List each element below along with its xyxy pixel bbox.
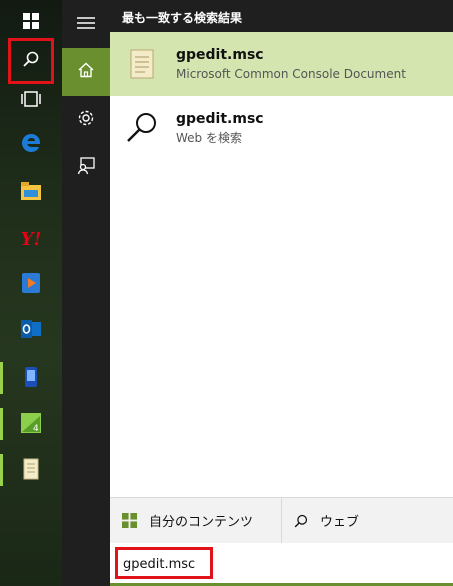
hamburger-menu-button[interactable]: [62, 0, 110, 48]
home-icon: [78, 62, 94, 82]
app-icon: [24, 366, 38, 392]
edge-button[interactable]: [0, 122, 62, 168]
my-content-label: 自分のコンテンツ: [149, 515, 254, 530]
outlook-icon: [20, 318, 42, 344]
yahoo-button[interactable]: Y!: [0, 216, 62, 262]
outlook-button[interactable]: [0, 308, 62, 354]
taskbar: Y! 4: [0, 0, 62, 586]
file-explorer-button[interactable]: [0, 170, 62, 216]
result-subtitle: Web を検索: [176, 131, 242, 145]
search-results-panel: 最も一致する検索結果 gpedit.msc Microsoft Common C…: [110, 0, 453, 586]
windows-logo-icon: [23, 13, 39, 33]
search-icon: [294, 514, 308, 528]
home-button[interactable]: [62, 48, 110, 96]
task-view-button[interactable]: [0, 78, 62, 124]
task-view-icon: [20, 91, 42, 111]
result-subtitle: Microsoft Common Console Document: [176, 67, 406, 81]
svg-text:4: 4: [33, 424, 39, 434]
search-box[interactable]: gpedit.msc: [110, 543, 453, 586]
edge-icon: [20, 132, 42, 158]
app-icon: 4: [20, 412, 42, 438]
result-title: gpedit.msc: [176, 111, 264, 127]
result-item-document[interactable]: gpedit.msc Microsoft Common Console Docu…: [110, 32, 453, 96]
windows-logo-icon: [122, 513, 137, 528]
web-label: ウェブ: [320, 515, 360, 530]
folder-icon: [20, 181, 42, 205]
feedback-button[interactable]: [62, 144, 110, 192]
search-filter-bar: 自分のコンテンツ ウェブ: [110, 497, 453, 543]
result-item-web-search[interactable]: gpedit.msc Web を検索: [110, 96, 453, 160]
settings-button[interactable]: [62, 96, 110, 144]
notepad-icon: [22, 458, 40, 484]
feedback-icon: [77, 157, 95, 179]
my-content-filter-button[interactable]: 自分のコンテンツ: [110, 498, 281, 543]
notepad-button[interactable]: [0, 448, 62, 494]
media-player-button[interactable]: [0, 262, 62, 308]
document-icon: [122, 44, 162, 84]
results-header: 最も一致する検索結果: [110, 0, 453, 32]
media-player-icon: [21, 272, 41, 298]
hamburger-icon: [77, 15, 95, 34]
yahoo-icon: Y!: [20, 228, 42, 250]
gear-icon: [77, 109, 95, 131]
app-button-2[interactable]: 4: [0, 402, 62, 448]
search-icon: [122, 108, 162, 148]
start-rail: [62, 0, 110, 586]
web-filter-button[interactable]: ウェブ: [281, 498, 453, 543]
search-input-highlight: [115, 547, 213, 579]
result-title: gpedit.msc: [176, 47, 264, 63]
app-button-1[interactable]: [0, 356, 62, 402]
